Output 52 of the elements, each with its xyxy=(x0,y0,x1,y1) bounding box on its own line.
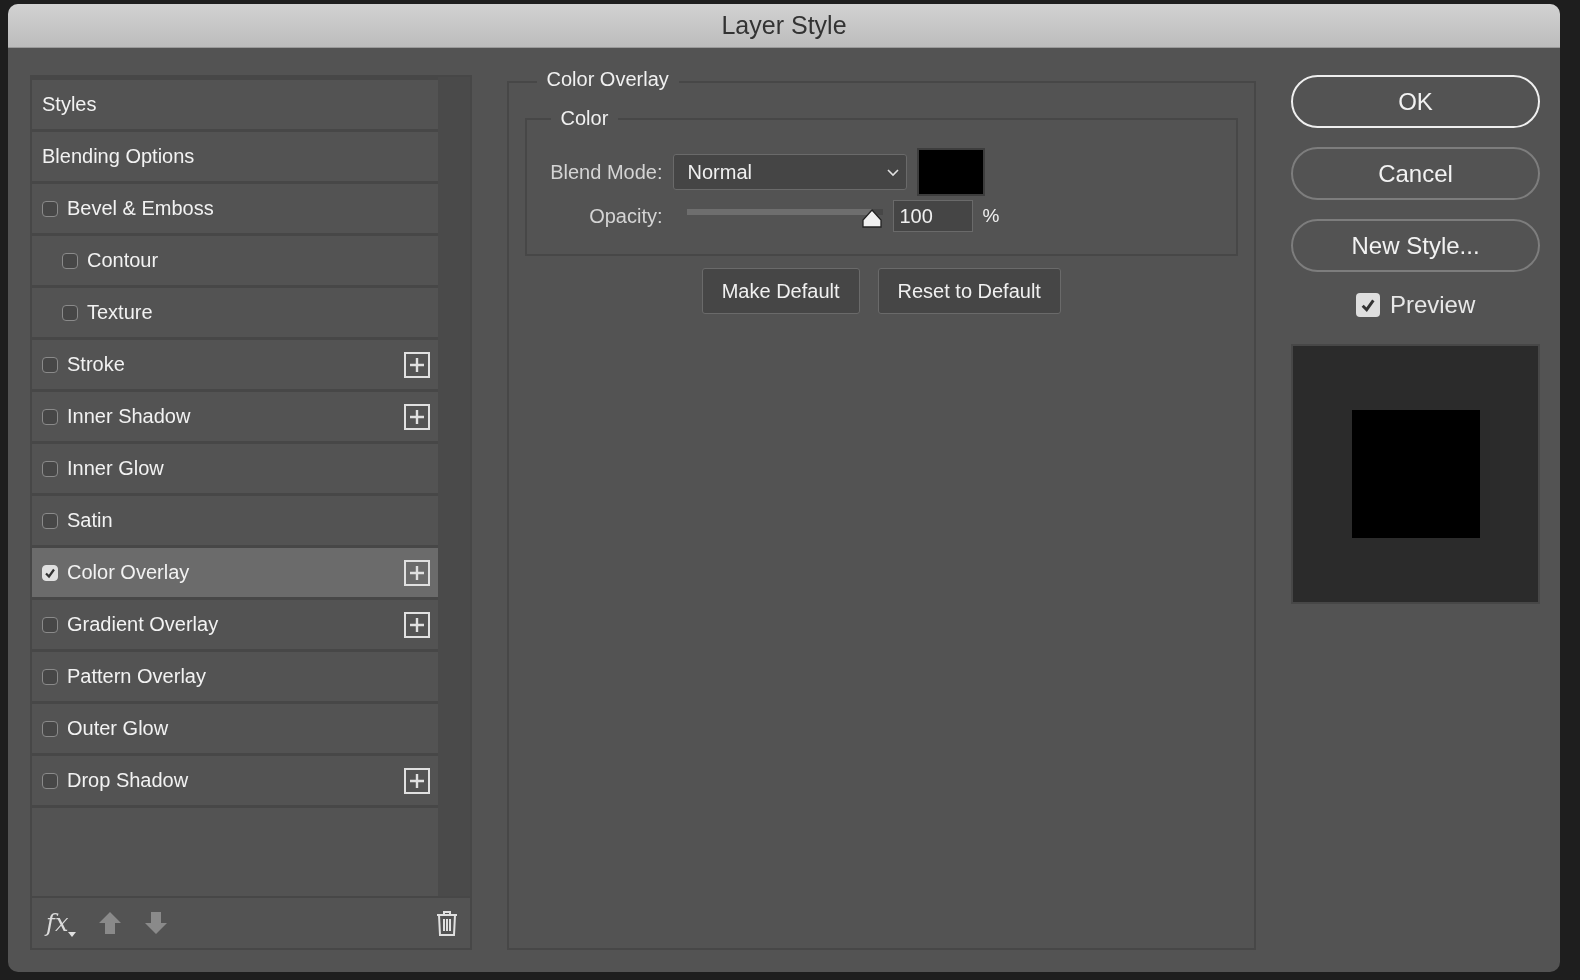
checkbox[interactable] xyxy=(42,668,58,685)
plus-icon[interactable] xyxy=(403,611,430,638)
field-label: Opacity: xyxy=(588,204,663,228)
dialog-button[interactable]: OK xyxy=(1291,75,1540,128)
color-swatch[interactable] xyxy=(916,148,985,196)
chevron-icon xyxy=(885,167,900,177)
style-item[interactable]: Texture xyxy=(32,288,438,340)
style-item[interactable]: Stroke xyxy=(32,340,438,392)
check-icon xyxy=(1359,297,1376,313)
checkbox[interactable] xyxy=(42,512,58,529)
opacity-field[interactable]: 100 xyxy=(892,200,973,232)
checkbox[interactable] xyxy=(42,408,58,425)
style-item[interactable]: Styles xyxy=(32,80,438,132)
plus-icon[interactable] xyxy=(403,403,430,430)
panel-button[interactable]: Make Default xyxy=(701,268,860,314)
window-title: Layer Style xyxy=(721,11,847,40)
plus-icon[interactable] xyxy=(403,559,430,586)
style-item[interactable]: Contour xyxy=(32,236,438,288)
panel-button[interactable]: Reset to Default xyxy=(877,268,1061,314)
blend-mode-dropdown[interactable]: Normal xyxy=(672,154,907,190)
check-icon xyxy=(44,566,56,579)
fx-menu[interactable]: fx xyxy=(46,909,77,937)
checkbox[interactable] xyxy=(42,772,58,789)
plus-icon[interactable] xyxy=(403,351,430,378)
style-item[interactable]: Color Overlay xyxy=(32,548,438,600)
checkbox[interactable] xyxy=(42,460,58,477)
checkbox[interactable] xyxy=(62,304,78,321)
dialog-button[interactable]: Cancel xyxy=(1291,147,1540,200)
caret-icon xyxy=(68,932,77,937)
checkbox[interactable] xyxy=(1355,293,1380,317)
checkbox[interactable] xyxy=(42,616,58,633)
scrollbar[interactable] xyxy=(437,77,470,896)
style-item[interactable]: Gradient Overlay xyxy=(32,600,438,652)
checkbox-label: Preview xyxy=(1389,291,1476,319)
trash-icon[interactable] xyxy=(435,910,458,936)
checkbox[interactable] xyxy=(42,200,58,217)
field-label: Blend Mode: xyxy=(549,160,663,184)
style-item[interactable]: Bevel & Emboss xyxy=(32,184,438,236)
style-item[interactable]: Pattern Overlay xyxy=(32,652,438,704)
plus-icon[interactable] xyxy=(403,767,430,794)
style-item[interactable]: Blending Options xyxy=(32,132,438,184)
style-item[interactable]: Inner Glow xyxy=(32,444,438,496)
slider-thumb[interactable] xyxy=(860,209,883,229)
unit-label: % xyxy=(982,205,1000,227)
style-item[interactable]: Inner Shadow xyxy=(32,392,438,444)
checkbox[interactable] xyxy=(62,252,78,269)
style-item[interactable]: Drop Shadow xyxy=(32,756,438,808)
style-item[interactable]: Outer Glow xyxy=(32,704,438,756)
dialog-button[interactable]: New Style... xyxy=(1291,219,1540,272)
checkbox[interactable] xyxy=(42,356,58,373)
checkbox[interactable] xyxy=(42,720,58,737)
group-title: Color Overlay xyxy=(536,68,679,91)
